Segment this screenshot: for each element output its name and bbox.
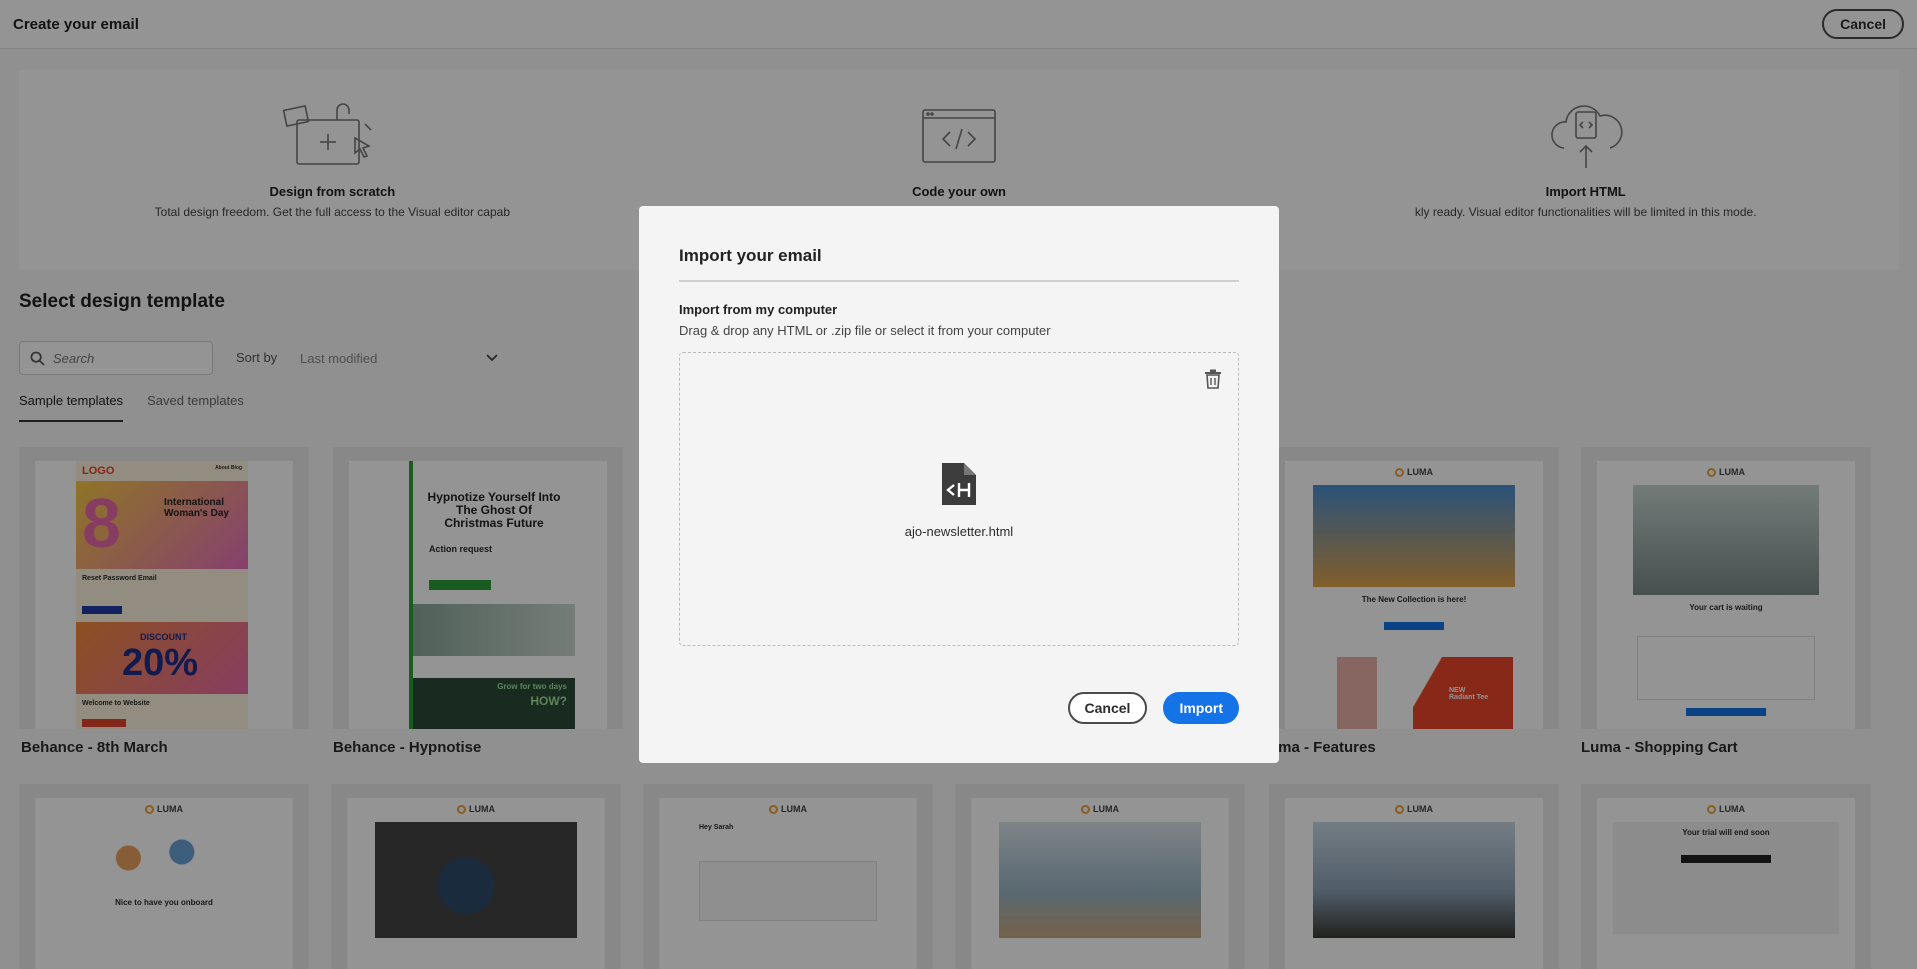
dialog-cancel-button[interactable]: Cancel: [1067, 692, 1148, 724]
import-button[interactable]: Import: [1163, 692, 1239, 724]
html-file-icon: [942, 463, 976, 505]
dialog-divider: [679, 280, 1239, 282]
uploaded-file: ajo-newsletter.html: [680, 463, 1238, 539]
file-name: ajo-newsletter.html: [904, 524, 1014, 539]
trash-icon[interactable]: [1204, 369, 1222, 389]
dialog-title: Import your email: [679, 246, 822, 265]
import-email-dialog: Import your email Import from my compute…: [639, 206, 1279, 763]
dialog-description: Drag & drop any HTML or .zip file or sel…: [679, 323, 1051, 338]
dialog-actions: Cancel Import: [1067, 692, 1239, 724]
dialog-subtitle: Import from my computer: [679, 302, 838, 317]
file-dropzone[interactable]: ajo-newsletter.html: [679, 352, 1239, 646]
